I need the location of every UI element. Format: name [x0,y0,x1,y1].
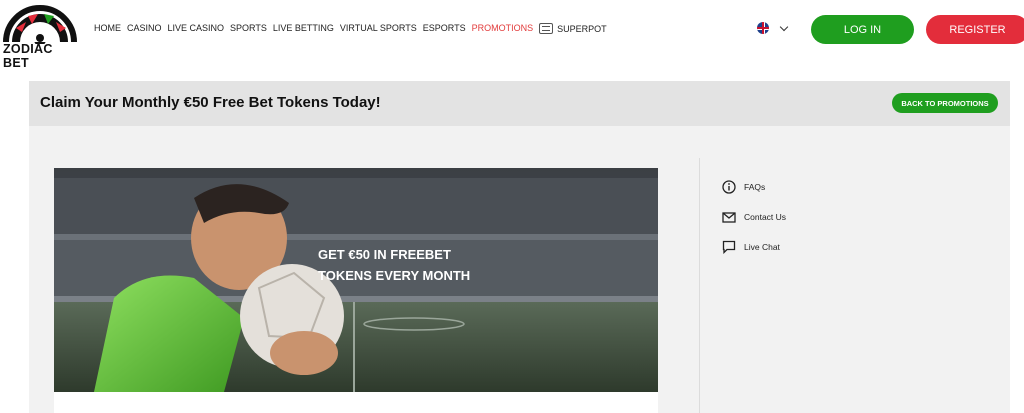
language-selector[interactable] [757,22,789,34]
sidebar-item-contact-us[interactable]: Contact Us [722,202,786,232]
back-to-promotions-button[interactable]: BACK TO PROMOTIONS [892,93,998,113]
brand-name: ZODIAC BET [3,42,53,70]
sidebar-divider [699,158,700,413]
nav-live-casino[interactable]: LIVE CASINO [168,23,225,34]
site-header: ZODIAC BET HOME CASINO LIVE CASINO SPORT… [0,0,1024,70]
main-nav: HOME CASINO LIVE CASINO SPORTS LIVE BETT… [94,23,613,34]
nav-home[interactable]: HOME [94,23,121,34]
nav-promotions[interactable]: PROMOTIONS [472,23,534,34]
page-title: Claim Your Monthly €50 Free Bet Tokens T… [40,94,381,111]
sidebar-item-live-chat-label: Live Chat [744,242,780,252]
superpot-icon [539,23,554,34]
sidebar-item-faqs[interactable]: FAQs [722,172,786,202]
help-sidebar: FAQs Contact Us Live Chat [722,172,786,262]
uk-flag-icon [757,22,769,34]
nav-esports[interactable]: ESPORTS [423,23,466,34]
promo-banner-image: GET €50 IN FREEBET TOKENS EVERY MONTH [54,168,658,392]
nav-superpot-label: SUPERPOT [557,23,607,34]
sidebar-item-live-chat[interactable]: Live Chat [722,232,786,262]
banner-headline: GET €50 IN FREEBET TOKENS EVERY MONTH [318,244,488,286]
zodiac-bet-logo[interactable]: ZODIAC BET [2,4,78,70]
nav-virtual-sports[interactable]: VIRTUAL SPORTS [340,23,417,34]
chevron-down-icon [779,22,789,31]
sidebar-item-faqs-label: FAQs [744,182,766,192]
nav-live-betting[interactable]: LIVE BETTING [273,23,334,34]
banner-line-1: GET €50 IN FREEBET [318,247,451,262]
sidebar-item-contact-us-label: Contact Us [744,212,787,222]
banner-line-2: TOKENS EVERY MONTH [318,268,471,283]
nav-casino[interactable]: CASINO [127,23,162,34]
promotion-title-bar: Claim Your Monthly €50 Free Bet Tokens T… [29,81,1010,126]
nav-sports[interactable]: SPORTS [230,23,267,34]
register-button[interactable]: REGISTER [926,15,1024,44]
mail-icon [722,210,736,224]
nav-superpot[interactable]: SUPERPOT [539,23,607,34]
roulette-wheel-icon [3,5,77,44]
chat-icon [722,240,736,254]
info-icon [722,180,736,194]
login-button[interactable]: LOG IN [811,15,914,44]
